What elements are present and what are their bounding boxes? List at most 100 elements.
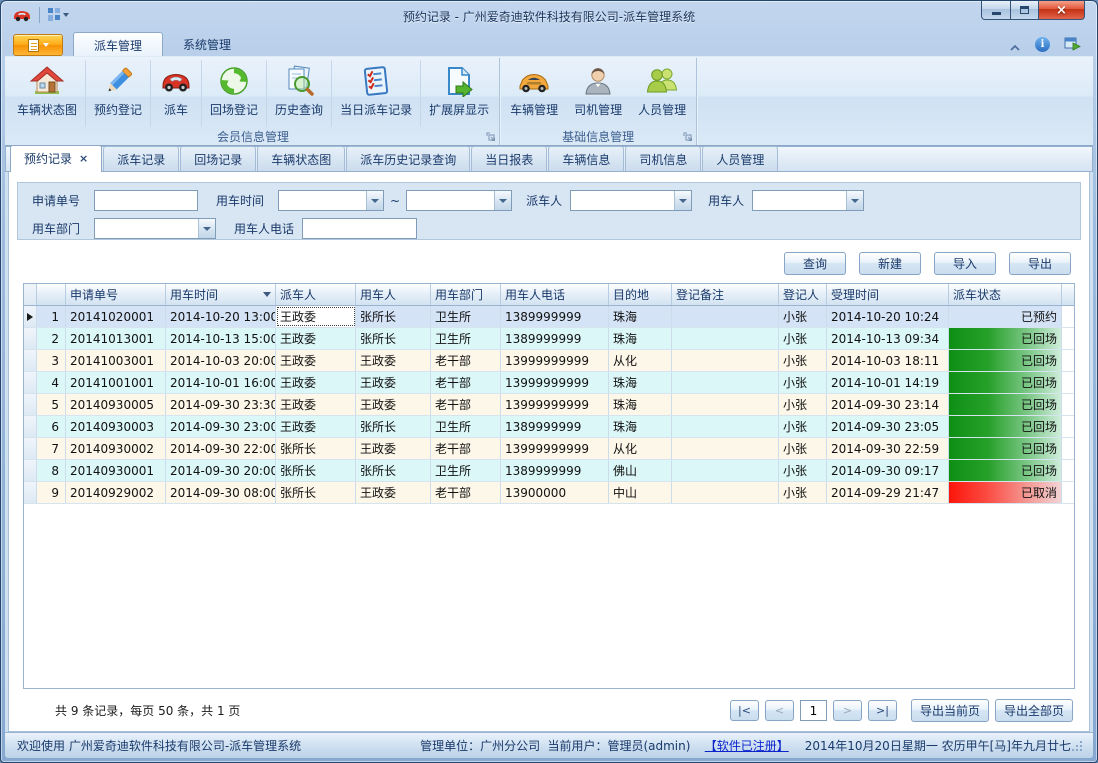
cell-accept_time[interactable]: 2014-10-20 10:24 [827, 306, 949, 327]
info-icon[interactable]: i [1035, 37, 1050, 52]
cell-use_time[interactable]: 2014-10-03 20:00 [166, 350, 276, 371]
maximize-button[interactable] [1011, 1, 1039, 20]
ribbon-tab-系统管理[interactable]: 系统管理 [163, 32, 251, 56]
cell-apply_no[interactable]: 20140930003 [66, 416, 166, 437]
cell-indicator[interactable] [24, 372, 37, 393]
cell-status[interactable]: 已回场 [949, 350, 1062, 371]
table-row[interactable]: 8201409300012014-09-30 20:00张所长张所长卫生所138… [24, 460, 1074, 482]
cell-status[interactable]: 已回场 [949, 438, 1062, 459]
cell-user[interactable]: 王政委 [356, 482, 431, 503]
cell-rownum[interactable]: 5 [37, 394, 66, 415]
first-page-button[interactable]: |< [730, 700, 759, 721]
cell-status[interactable]: 已回场 [949, 372, 1062, 393]
ribbon-button-历史查询[interactable]: 历史查询 [267, 60, 332, 127]
ribbon-tab-派车管理[interactable]: 派车管理 [73, 32, 163, 56]
cell-accept_time[interactable]: 2014-09-30 23:05 [827, 416, 949, 437]
cell-status[interactable]: 已取消 [949, 482, 1062, 503]
cell-remark[interactable] [672, 482, 779, 503]
cell-use_time[interactable]: 2014-10-20 13:00 [166, 306, 276, 327]
cell-department[interactable]: 老干部 [431, 394, 501, 415]
doc-tab-车辆信息[interactable]: 车辆信息 [548, 146, 624, 171]
chevron-down-icon[interactable] [674, 191, 691, 210]
cell-dispatcher[interactable]: 张所长 [276, 482, 356, 503]
chevron-down-icon[interactable] [494, 191, 511, 210]
doc-tab-预约记录[interactable]: 预约记录× [10, 145, 102, 172]
cell-destination[interactable]: 珠海 [609, 372, 672, 393]
cell-use_time[interactable]: 2014-09-30 23:30 [166, 394, 276, 415]
collapse-ribbon-button[interactable] [1009, 41, 1021, 49]
table-row[interactable]: 7201409300022014-09-30 22:00张所长王政委老干部139… [24, 438, 1074, 460]
cell-remark[interactable] [672, 394, 779, 415]
cell-status[interactable]: 已回场 [949, 394, 1062, 415]
page-number-input[interactable] [800, 700, 827, 721]
table-row[interactable]: 3201410030012014-10-03 20:00王政委王政委老干部139… [24, 350, 1074, 372]
table-row[interactable]: 9201409290022014-09-30 08:00张所长王政委老干部139… [24, 482, 1074, 504]
cell-destination[interactable]: 珠海 [609, 328, 672, 349]
cell-user[interactable]: 王政委 [356, 372, 431, 393]
cell-phone[interactable]: 1389999999 [501, 416, 609, 437]
close-button[interactable]: × [1039, 1, 1085, 20]
doc-tab-当日报表[interactable]: 当日报表 [471, 146, 547, 171]
cell-rownum[interactable]: 8 [37, 460, 66, 481]
query-button[interactable]: 查询 [784, 252, 846, 275]
minimize-button[interactable] [981, 1, 1011, 20]
column-header-apply_no[interactable]: 申请单号 [66, 284, 166, 305]
cell-registrar[interactable]: 小张 [779, 438, 827, 459]
cell-registrar[interactable]: 小张 [779, 306, 827, 327]
cell-destination[interactable]: 从化 [609, 438, 672, 459]
cell-destination[interactable]: 从化 [609, 350, 672, 371]
cell-phone[interactable]: 13900000 [501, 482, 609, 503]
cell-accept_time[interactable]: 2014-09-30 23:14 [827, 394, 949, 415]
prev-page-button[interactable]: < [765, 700, 794, 721]
cell-indicator[interactable] [24, 438, 37, 459]
cell-status[interactable]: 已预约 [949, 306, 1062, 327]
table-row[interactable]: 6201409300032014-09-30 23:00王政委张所长卫生所138… [24, 416, 1074, 438]
column-header-status[interactable]: 派车状态 [949, 284, 1062, 305]
table-row[interactable]: 1201410200012014-10-20 13:00王政委张所长卫生所138… [24, 306, 1074, 328]
cell-apply_no[interactable]: 20141013001 [66, 328, 166, 349]
cell-accept_time[interactable]: 2014-09-29 21:47 [827, 482, 949, 503]
cell-phone[interactable]: 13999999999 [501, 438, 609, 459]
dialog-launcher-icon[interactable] [485, 131, 496, 142]
doc-tab-派车记录[interactable]: 派车记录 [103, 146, 179, 171]
table-row[interactable]: 2201410130012014-10-13 15:00王政委张所长卫生所138… [24, 328, 1074, 350]
cell-phone[interactable]: 13999999999 [501, 394, 609, 415]
cell-rownum[interactable]: 7 [37, 438, 66, 459]
cell-indicator[interactable] [24, 350, 37, 371]
use-time-from-combo[interactable] [278, 190, 384, 211]
cell-phone[interactable]: 1389999999 [501, 460, 609, 481]
cell-status[interactable]: 已回场 [949, 328, 1062, 349]
column-header-dispatcher[interactable]: 派车人 [276, 284, 356, 305]
use-time-to-combo[interactable] [406, 190, 512, 211]
ribbon-button-回场登记[interactable]: 回场登记 [202, 60, 267, 127]
doc-tab-司机信息[interactable]: 司机信息 [625, 146, 701, 171]
ribbon-button-车辆管理[interactable]: 车辆管理 [502, 60, 566, 127]
cell-destination[interactable]: 珠海 [609, 416, 672, 437]
cell-registrar[interactable]: 小张 [779, 350, 827, 371]
cell-remark[interactable] [672, 372, 779, 393]
cell-department[interactable]: 老干部 [431, 372, 501, 393]
cell-remark[interactable] [672, 306, 779, 327]
cell-accept_time[interactable]: 2014-09-30 22:59 [827, 438, 949, 459]
cell-accept_time[interactable]: 2014-10-01 14:19 [827, 372, 949, 393]
cell-apply_no[interactable]: 20140930005 [66, 394, 166, 415]
cell-registrar[interactable]: 小张 [779, 328, 827, 349]
ribbon-button-预约登记[interactable]: 预约登记 [86, 60, 151, 127]
cell-rownum[interactable]: 9 [37, 482, 66, 503]
cell-user[interactable]: 王政委 [356, 350, 431, 371]
cell-registrar[interactable]: 小张 [779, 394, 827, 415]
cell-phone[interactable]: 1389999999 [501, 306, 609, 327]
cell-remark[interactable] [672, 328, 779, 349]
cell-indicator[interactable] [24, 460, 37, 481]
cell-department[interactable]: 老干部 [431, 438, 501, 459]
new-button[interactable]: 新建 [859, 252, 921, 275]
doc-tab-回场记录[interactable]: 回场记录 [180, 146, 256, 171]
column-header-user[interactable]: 用车人 [356, 284, 431, 305]
cell-registrar[interactable]: 小张 [779, 460, 827, 481]
last-page-button[interactable]: >| [868, 700, 897, 721]
cell-registrar[interactable]: 小张 [779, 482, 827, 503]
export-all-pages-button[interactable]: 导出全部页 [995, 699, 1073, 722]
dialog-launcher-icon[interactable] [682, 131, 693, 142]
cell-department[interactable]: 卫生所 [431, 460, 501, 481]
cell-user[interactable]: 张所长 [356, 306, 431, 327]
